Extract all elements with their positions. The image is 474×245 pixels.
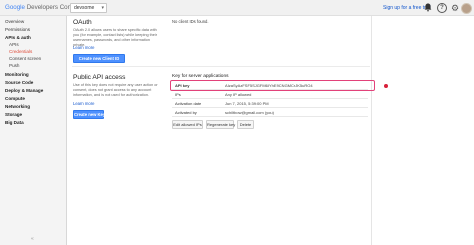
sidebar-item-push[interactable]: Push — [9, 63, 19, 68]
public-api-learn-more-link[interactable]: Learn more — [73, 101, 94, 106]
table-row-activation-date: Activation date Jun 7, 2015, 5:39:00 PM — [172, 99, 368, 108]
cursor-marker — [384, 84, 388, 88]
table-row-ips: IPs Any IP allowed — [172, 90, 368, 99]
sidebar-item-apis-auth[interactable]: APIs & auth — [5, 35, 31, 40]
delete-button[interactable]: Delete — [237, 120, 254, 129]
sidebar-item-apis[interactable]: APIs — [9, 42, 19, 47]
sidebar-item-consent-screen[interactable]: Consent screen — [9, 56, 41, 61]
notifications-icon[interactable] — [423, 3, 433, 13]
row-label: API key — [175, 83, 190, 88]
logo-brand: Google — [5, 4, 25, 11]
sidebar-item-source-code[interactable]: Source Code — [5, 80, 33, 85]
sidebar-item-compute[interactable]: Compute — [5, 96, 25, 101]
top-bar: Google Developers Console devsome ▾ Sign… — [0, 0, 474, 16]
create-client-id-button[interactable]: Create new Client ID — [73, 54, 125, 63]
row-label: IPs — [175, 92, 181, 97]
sidebar-item-credentials[interactable]: Credentials — [9, 49, 32, 54]
project-selector[interactable]: devsome ▾ — [70, 3, 107, 13]
section-divider — [72, 66, 370, 67]
row-value: schiltbow@gmail.com (you) — [225, 110, 274, 115]
sidebar-item-monitoring[interactable]: Monitoring — [5, 72, 29, 77]
no-clients-text: No client IDs found. — [172, 19, 209, 24]
edit-allowed-ips-button[interactable]: Edit allowed IPs — [172, 120, 203, 129]
key-section-title: Key for server applications — [172, 74, 229, 79]
sidebar-item-deploy-manage[interactable]: Deploy & Manage — [5, 88, 43, 93]
table-row-api-key: API key AIzaSyAzFSF5SJGFM6IYhE9CNGMCrJK5… — [172, 81, 368, 90]
sidebar-item-big-data[interactable]: Big Data — [5, 120, 24, 125]
project-name: devsome — [74, 5, 95, 11]
api-key-value[interactable]: AIzaSyAzFSF5SJGFM6IYhE9CNGMCrJK5uRO4 — [225, 83, 313, 88]
sidebar: Overview Permissions APIs & auth APIs Cr… — [0, 16, 67, 245]
row-value: Jun 7, 2015, 5:39:00 PM — [225, 101, 269, 106]
row-value: Any IP allowed — [225, 92, 252, 97]
chevron-down-icon: ▾ — [101, 5, 104, 11]
row-label: Activated by — [175, 110, 197, 115]
gear-icon[interactable]: ⚙ — [450, 3, 460, 13]
sidebar-item-storage[interactable]: Storage — [5, 112, 22, 117]
collapse-sidebar-icon[interactable]: « — [31, 236, 34, 242]
sidebar-item-overview[interactable]: Overview — [5, 19, 24, 24]
help-icon[interactable]: ? — [437, 3, 447, 13]
public-api-title: Public API access — [73, 74, 126, 81]
table-row-activated-by: Activated by schiltbow@gmail.com (you) — [172, 108, 368, 117]
credentials-panel — [67, 16, 372, 245]
create-new-key-button[interactable]: Create new Key — [73, 110, 105, 119]
row-label: Activation date — [175, 101, 202, 106]
public-api-description: Use of this key does not require any use… — [73, 83, 158, 97]
avatar[interactable] — [461, 3, 472, 14]
sidebar-item-permissions[interactable]: Permissions — [5, 27, 30, 32]
sidebar-item-networking[interactable]: Networking — [5, 104, 30, 109]
oauth-title: OAuth — [73, 19, 92, 26]
regenerate-key-button[interactable]: Regenerate key — [206, 120, 235, 129]
oauth-learn-more-link[interactable]: Learn more — [73, 45, 94, 50]
